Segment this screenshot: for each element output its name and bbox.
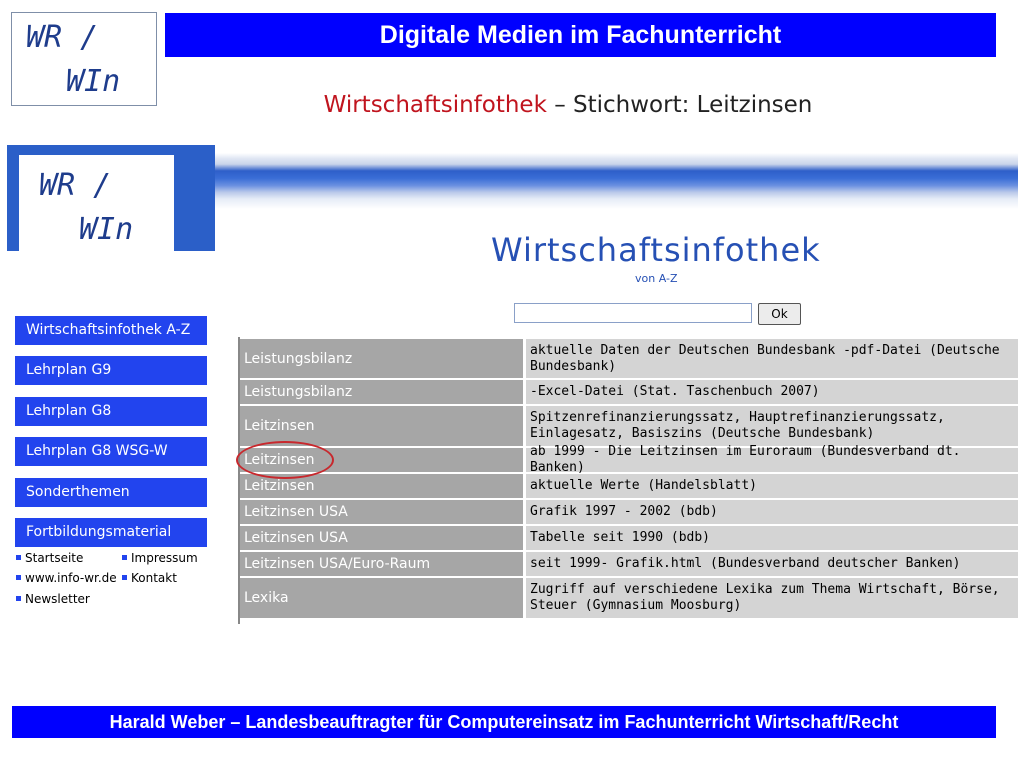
bullet-square-icon <box>122 575 127 580</box>
link-kontakt[interactable]: Kontakt <box>122 571 177 585</box>
row-description[interactable]: -Excel-Datei (Stat. Taschenbuch 2007) <box>526 380 1018 404</box>
slide-subtitle: Wirtschaftsinfothek – Stichwort: Leitzin… <box>0 92 1024 118</box>
row-description[interactable]: Spitzenrefinanzierungssatz, Hauptrefinan… <box>526 406 1018 446</box>
subtitle-text: – Stichwort: Leitzinsen <box>546 92 813 118</box>
nav-sonderthemen[interactable]: Sonderthemen <box>15 478 207 507</box>
link-label: Startseite <box>25 551 84 565</box>
link-label: Impressum <box>131 551 198 565</box>
logo-line1: WR / <box>26 20 99 55</box>
row-description[interactable]: Tabelle seit 1990 (bdb) <box>526 526 1018 550</box>
site-logo-line2: WIn <box>79 212 134 247</box>
search-ok-button[interactable]: Ok <box>758 303 801 325</box>
search-input[interactable] <box>514 303 752 323</box>
row-description[interactable]: aktuelle Werte (Handelsblatt) <box>526 474 1018 498</box>
row-keyword[interactable]: Leistungsbilanz <box>240 339 523 378</box>
site-brand-subtitle: von A-Z <box>635 272 678 285</box>
bullet-square-icon <box>122 555 127 560</box>
bullet-square-icon <box>16 555 21 560</box>
subtitle-highlight: Wirtschaftsinfothek <box>323 92 547 118</box>
link-label: Newsletter <box>25 592 90 606</box>
nav-lehrplan-g8-wsg-w[interactable]: Lehrplan G8 WSG-W <box>15 437 207 466</box>
row-description[interactable]: ab 1999 - Die Leitzinsen im Euroraum (Bu… <box>526 444 1018 475</box>
link-startseite[interactable]: Startseite <box>16 551 83 565</box>
site-logo[interactable]: WR / WIn <box>19 155 174 251</box>
link-label: Kontakt <box>131 571 177 585</box>
nav-lehrplan-g8[interactable]: Lehrplan G8 <box>15 397 207 426</box>
link-impressum[interactable]: Impressum <box>122 551 198 565</box>
bullet-square-icon <box>16 596 21 601</box>
row-keyword[interactable]: Leitzinsen USA/Euro-Raum <box>240 552 523 576</box>
bullet-square-icon <box>16 575 21 580</box>
row-keyword[interactable]: Leitzinsen USA <box>240 500 523 524</box>
row-keyword[interactable]: Leistungsbilanz <box>240 380 523 404</box>
row-keyword[interactable]: Leitzinsen <box>240 406 523 446</box>
banner-stripe <box>215 153 1018 209</box>
site-logo-line1: WR / <box>39 168 112 203</box>
row-description[interactable]: Zugriff auf verschiedene Lexika zum Them… <box>526 578 1018 618</box>
slide-title: Digitale Medien im Fachunterricht <box>379 20 782 49</box>
website-screenshot: WR / WIn Wirtschaftsinfothek von A-Z Ok … <box>7 145 1018 627</box>
slide-title-bar: Digitale Medien im Fachunterricht <box>165 13 996 57</box>
row-description[interactable]: Grafik 1997 - 2002 (bdb) <box>526 500 1018 524</box>
row-keyword[interactable]: Leitzinsen USA <box>240 526 523 550</box>
row-keyword[interactable]: Lexika <box>240 578 523 618</box>
site-brand-title: Wirtschaftsinfothek <box>491 231 821 269</box>
footer-text: Harald Weber – Landesbeauftragter für Co… <box>109 711 899 732</box>
highlight-ellipse <box>236 441 334 479</box>
row-description[interactable]: aktuelle Daten der Deutschen Bundesbank … <box>526 339 1018 378</box>
nav-wirtschaftsinfothek-a-z[interactable]: Wirtschaftsinfothek A-Z <box>15 316 207 345</box>
row-description[interactable]: seit 1999- Grafik.html (Bundesverband de… <box>526 552 1018 576</box>
slide-footer: Harald Weber – Landesbeauftragter für Co… <box>12 706 996 738</box>
link-newsletter[interactable]: Newsletter <box>16 592 90 606</box>
link-info-wr[interactable]: www.info-wr.de <box>16 571 117 585</box>
nav-lehrplan-g9[interactable]: Lehrplan G9 <box>15 356 207 385</box>
nav-fortbildungsmaterial[interactable]: Fortbildungsmaterial <box>15 518 207 547</box>
link-label: www.info-wr.de <box>25 571 117 585</box>
